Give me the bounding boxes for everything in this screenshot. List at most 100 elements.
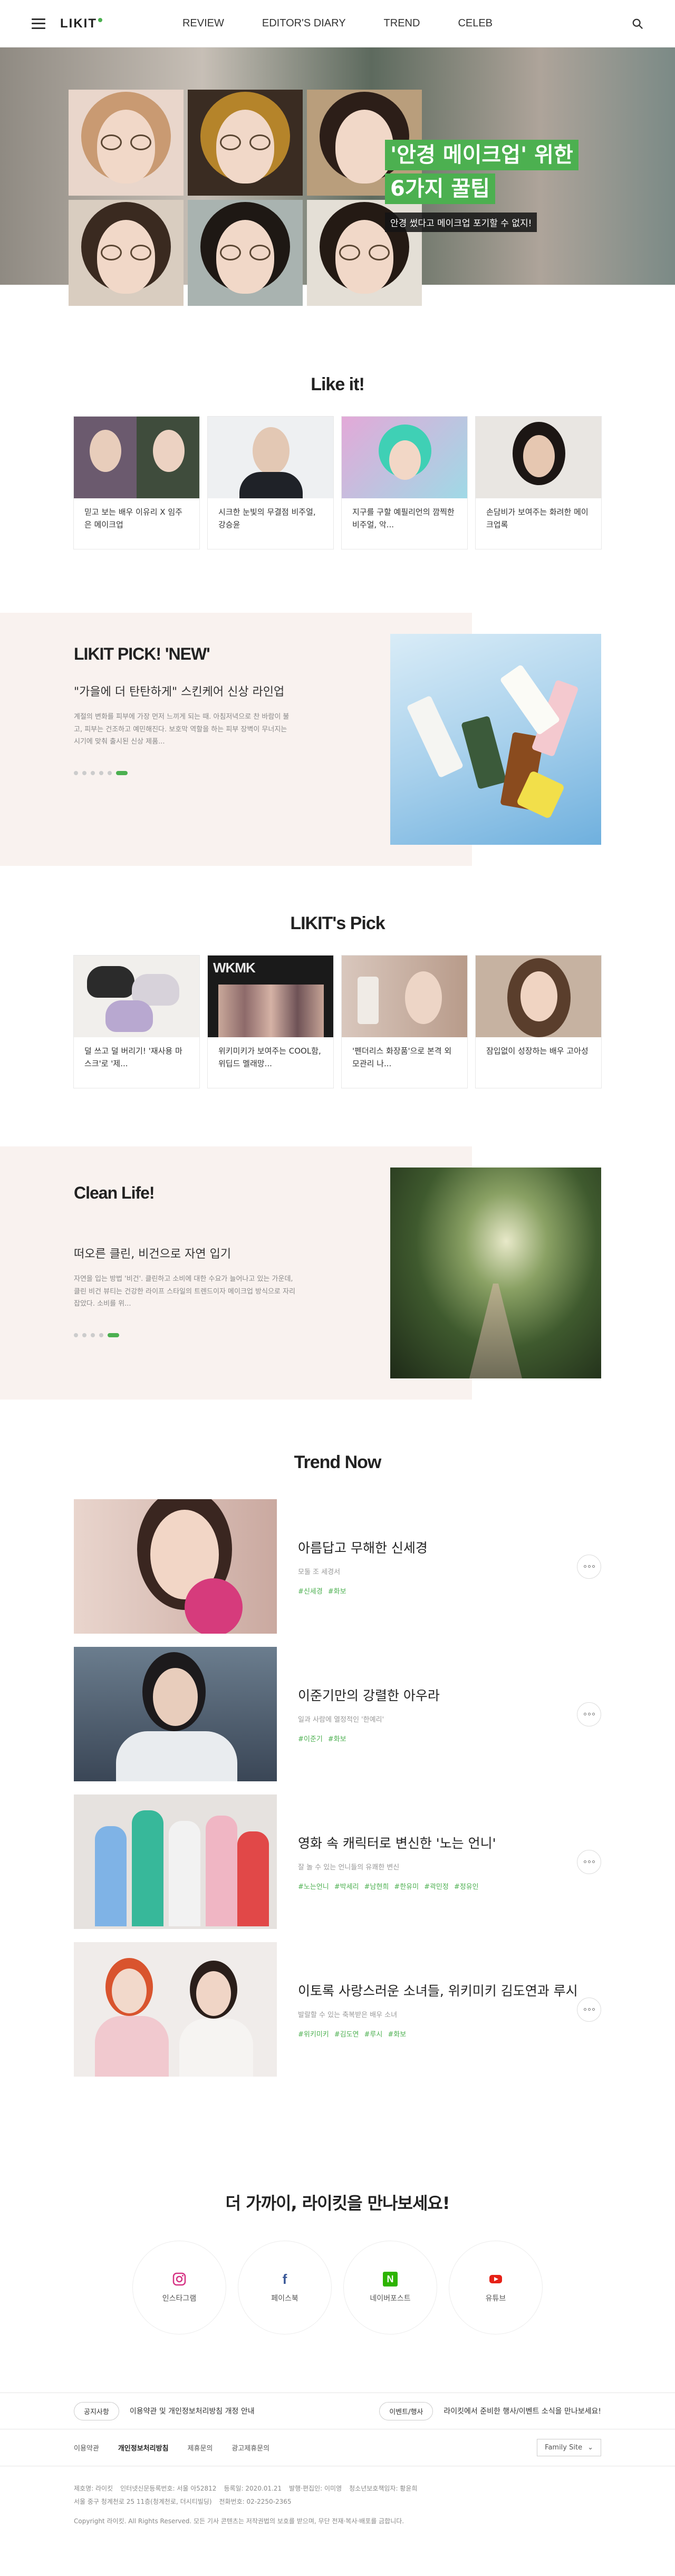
like-it-section: Like it! 믿고 보는 배우 이유리 X 임주은 메이크업 시크한 눈빛의…: [0, 306, 675, 613]
trend-tag[interactable]: #화보: [328, 1733, 346, 1743]
article-card[interactable]: 지구를 구할 예필리언의 깜찍한 비주얼, 악...: [341, 416, 468, 549]
hero-photo-grid: [69, 90, 422, 306]
youtube-icon: [489, 2275, 502, 2283]
social-label: 유튜브: [485, 2294, 506, 2303]
notice-bar: 공지사항 이용약관 및 개인정보처리방침 개정 안내 이벤트/행사 라이킷에서 …: [0, 2392, 675, 2429]
slider-dot[interactable]: [99, 771, 103, 776]
article-card[interactable]: 손담비가 보여주는 화려한 메이크업록: [475, 416, 602, 549]
footer-link-ad[interactable]: 광고제휴문의: [232, 2443, 269, 2453]
trend-tag[interactable]: #루시: [364, 2029, 383, 2039]
card-thumbnail: WKMK: [208, 956, 333, 1037]
trend-item[interactable]: 이토록 사랑스러운 소녀들, 위키미키 김도연과 루시 발랄할 수 있는 축복받…: [74, 1942, 601, 2077]
card-title: 잠입없이 성장하는 배우 고아성: [486, 1046, 589, 1056]
card-thumbnail: [476, 956, 601, 1037]
trend-title: 아름답고 무해한 신세경: [298, 1540, 428, 1556]
card-thumbnail: [342, 417, 467, 498]
site-logo[interactable]: LIKIT: [60, 16, 102, 31]
card-title: 위키미키가 보여주는 COOL함, 위딥드 멜래망...: [218, 1046, 321, 1068]
trend-subtitle: 모둘 조 세경서: [298, 1568, 341, 1576]
footer-info: 제호명: 라이킷 인터넷신문등록번호: 서울 아52812 등록일: 2020.…: [0, 2466, 675, 2576]
more-icon[interactable]: [577, 1702, 601, 1726]
facebook-button[interactable]: f 페이스북: [238, 2241, 332, 2334]
hero-title-line2: 6가지 꿀팁: [385, 173, 495, 204]
trend-tag[interactable]: #화보: [328, 1586, 346, 1596]
more-icon[interactable]: [577, 1997, 601, 2022]
slider-dot[interactable]: [99, 1333, 103, 1338]
article-card[interactable]: WKMK 위키미키가 보여주는 COOL함, 위딥드 멜래망...: [207, 955, 334, 1088]
card-thumbnail: [74, 956, 199, 1037]
trend-tag[interactable]: #신세경: [298, 1586, 323, 1596]
article-card[interactable]: 잠입없이 성장하는 배우 고아성: [475, 955, 602, 1088]
event-button[interactable]: 이벤트/행사: [379, 2401, 433, 2420]
card-thumbnail: [342, 956, 467, 1037]
trend-tag[interactable]: #노는언니: [298, 1881, 329, 1891]
article-card[interactable]: 덜 쓰고 덜 버리기! '재사용 마스크'로 '제...: [73, 955, 200, 1088]
section-title: Trend Now: [294, 1452, 382, 1472]
family-site-select[interactable]: Family Site ⌄: [537, 2439, 601, 2456]
trend-tag[interactable]: #남현희: [364, 1881, 389, 1891]
slider-dot[interactable]: [108, 771, 112, 776]
family-site-label: Family Site: [545, 2444, 583, 2452]
trend-tag[interactable]: #위키미키: [298, 2029, 329, 2039]
slider-dot[interactable]: [74, 1333, 78, 1338]
trend-tag[interactable]: #박세리: [334, 1881, 359, 1891]
article-card[interactable]: '펜더리스 화장품'으로 본격 외모관리 나...: [341, 955, 468, 1088]
naver-post-button[interactable]: N 네이버포스트: [343, 2241, 437, 2334]
notice-button[interactable]: 공지사항: [74, 2401, 119, 2420]
social-label: 페이스북: [271, 2294, 298, 2303]
trend-tag[interactable]: #한유미: [394, 1881, 419, 1891]
feature-image[interactable]: [390, 634, 601, 845]
card-title: 믿고 보는 배우 이유리 X 임주은 메이크업: [84, 507, 182, 529]
article-card[interactable]: 믿고 보는 배우 이유리 X 임주은 메이크업: [73, 416, 200, 549]
naver-icon: N: [383, 2272, 398, 2286]
youtube-button[interactable]: 유튜브: [449, 2241, 543, 2334]
trend-tag[interactable]: #곽민정: [424, 1881, 449, 1891]
footer-link-partnership[interactable]: 제휴문의: [188, 2443, 213, 2453]
feature-description: 계절의 변화를 피부에 가장 먼저 느끼게 되는 때. 아침저녁으로 찬 바람이…: [74, 713, 290, 746]
feature-title: LIKIT PICK! 'NEW': [74, 644, 210, 663]
more-icon[interactable]: [577, 1554, 601, 1579]
slider-dot[interactable]: [82, 1333, 86, 1338]
slider-dot[interactable]: [82, 771, 86, 776]
slider-dot-active[interactable]: [108, 1333, 119, 1338]
feature-image[interactable]: [390, 1168, 601, 1378]
more-icon[interactable]: [577, 1849, 601, 1874]
card-thumbnail: [74, 417, 199, 498]
hero-banner[interactable]: '안경 메이크업' 위한 6가지 꿀팁 안경 썼다고 메이크업 포기할 수 없지…: [0, 47, 675, 306]
clean-life-section: Clean Life! 떠오른 클린, 비건으로 자연 입기 자연을 입는 방법…: [0, 1146, 675, 1400]
nav-editors-diary[interactable]: EDITOR'S DIARY: [262, 17, 346, 30]
trend-item[interactable]: 영화 속 캐릭터로 변신한 '노는 언니' 잘 놀 수 있는 언니들의 유쾌한 …: [74, 1794, 601, 1929]
trend-tag[interactable]: #화보: [388, 2029, 406, 2039]
footer-link-terms[interactable]: 이용약관: [74, 2443, 99, 2453]
article-card[interactable]: 시크한 눈빛의 무결점 비주얼, 강승윤: [207, 416, 334, 549]
trend-tag[interactable]: #김도연: [334, 2029, 359, 2039]
nav-celeb[interactable]: CELEB: [458, 17, 493, 30]
instagram-button[interactable]: 인스타그램: [132, 2241, 226, 2334]
feature-headline[interactable]: 떠오른 클린, 비건으로 자연 입기: [74, 1245, 295, 1263]
slider-dot[interactable]: [91, 771, 95, 776]
feature-headline[interactable]: "가을에 더 탄탄하게" 스킨케어 신상 라인업: [74, 683, 295, 701]
slider-dot[interactable]: [74, 771, 78, 776]
search-icon[interactable]: [632, 18, 643, 30]
slider-dot[interactable]: [91, 1333, 95, 1338]
menu-icon[interactable]: [32, 18, 45, 29]
footer-info-text: 인터넷신문등록번호: 서울 아52812: [120, 2485, 217, 2492]
trend-item[interactable]: 아름답고 무해한 신세경 모둘 조 세경서 #신세경 #화보: [74, 1499, 601, 1634]
card-thumbnail: [476, 417, 601, 498]
card-title: 손담비가 보여주는 화려한 메이크업록: [486, 507, 589, 529]
slider-dot-active[interactable]: [116, 771, 128, 776]
trend-item[interactable]: 이준기만의 강렬한 아우라 일과 사람에 열정적인 '한예리' #이준기 #화보: [74, 1647, 601, 1781]
site-header: LIKIT REVIEW EDITOR'S DIARY TREND CELEB: [0, 0, 675, 47]
footer-info-text: 제호명: 라이킷: [74, 2485, 113, 2492]
facebook-icon: f: [282, 2271, 287, 2287]
trend-thumbnail: [74, 1794, 277, 1929]
nav-trend[interactable]: TREND: [384, 17, 420, 30]
event-link[interactable]: 라이킷에서 준비한 행사/이벤트 소식을 만나보세요!: [443, 2406, 601, 2416]
trend-tag[interactable]: #정유인: [454, 1881, 479, 1891]
notice-link[interactable]: 이용약관 및 개인정보처리방침 개정 안내: [130, 2406, 255, 2416]
card-title: 지구를 구할 예필리언의 깜찍한 비주얼, 악...: [352, 507, 455, 529]
footer-info-text: 전화번호: 02-2250-2365: [219, 2498, 292, 2506]
nav-review[interactable]: REVIEW: [182, 17, 224, 30]
footer-link-privacy[interactable]: 개인정보처리방침: [118, 2443, 169, 2453]
trend-tag[interactable]: #이준기: [298, 1733, 323, 1743]
